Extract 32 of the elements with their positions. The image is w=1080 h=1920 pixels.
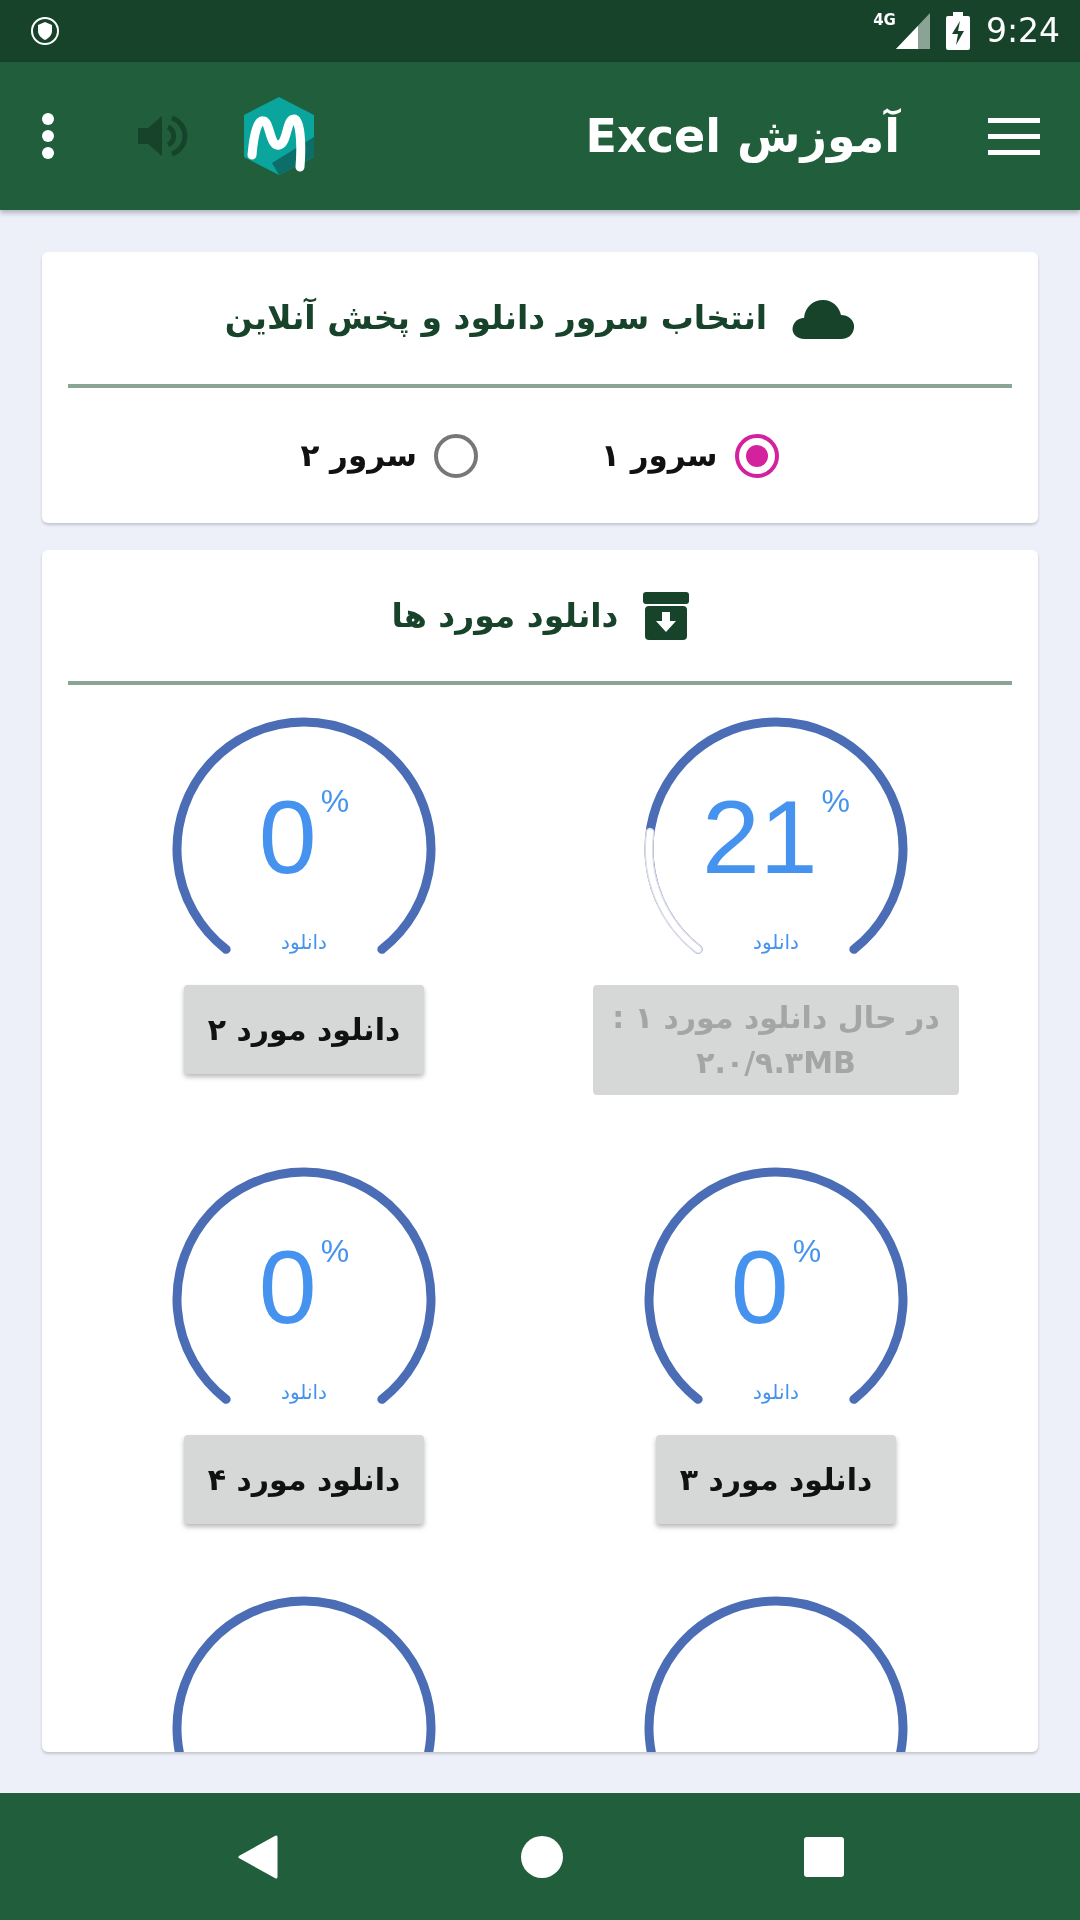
percent-sign: % [320, 1233, 350, 1269]
home-icon[interactable] [520, 1834, 564, 1879]
network-label: 4G [873, 10, 896, 31]
card-title: دانلود مورد ها [391, 594, 619, 637]
battery-icon [945, 12, 970, 50]
download-box-icon [642, 591, 689, 640]
cloud-icon [791, 297, 856, 339]
percent-sign: % [821, 783, 851, 819]
card-title: انتخاب سرور دانلود و پخش آنلاین [224, 297, 768, 340]
percent-value: 0 [258, 1229, 317, 1345]
percent-value: 21 [701, 779, 818, 895]
gauge-caption: دانلود [281, 930, 327, 954]
more-icon[interactable] [40, 112, 56, 160]
download-button[interactable]: دانلود مورد ۳ [655, 1435, 897, 1524]
gauge-caption: دانلود [753, 930, 799, 954]
clock-time: 9:24 [985, 10, 1060, 53]
percent-sign: % [320, 783, 350, 819]
percent-value: 0 [730, 1229, 789, 1345]
download-button[interactable]: دانلود مورد ۲ [183, 985, 425, 1074]
gauge-caption: دانلود [753, 1380, 799, 1404]
percent-sign: % [792, 1233, 822, 1269]
shield-icon [30, 16, 60, 46]
radio-option[interactable]: سرور ۱ [595, 431, 786, 480]
percent-value: 0 [258, 779, 317, 895]
back-icon[interactable] [236, 1834, 280, 1879]
recents-icon[interactable] [804, 1836, 844, 1877]
gauge-caption: دانلود [281, 1380, 327, 1404]
menu-icon[interactable] [988, 116, 1040, 156]
radio-option[interactable]: سرور ۲ [294, 431, 485, 480]
signal-icon [895, 13, 930, 49]
download-button[interactable]: دانلود مورد ۴ [183, 1435, 425, 1524]
app-title: آموزش Excel [585, 107, 900, 165]
